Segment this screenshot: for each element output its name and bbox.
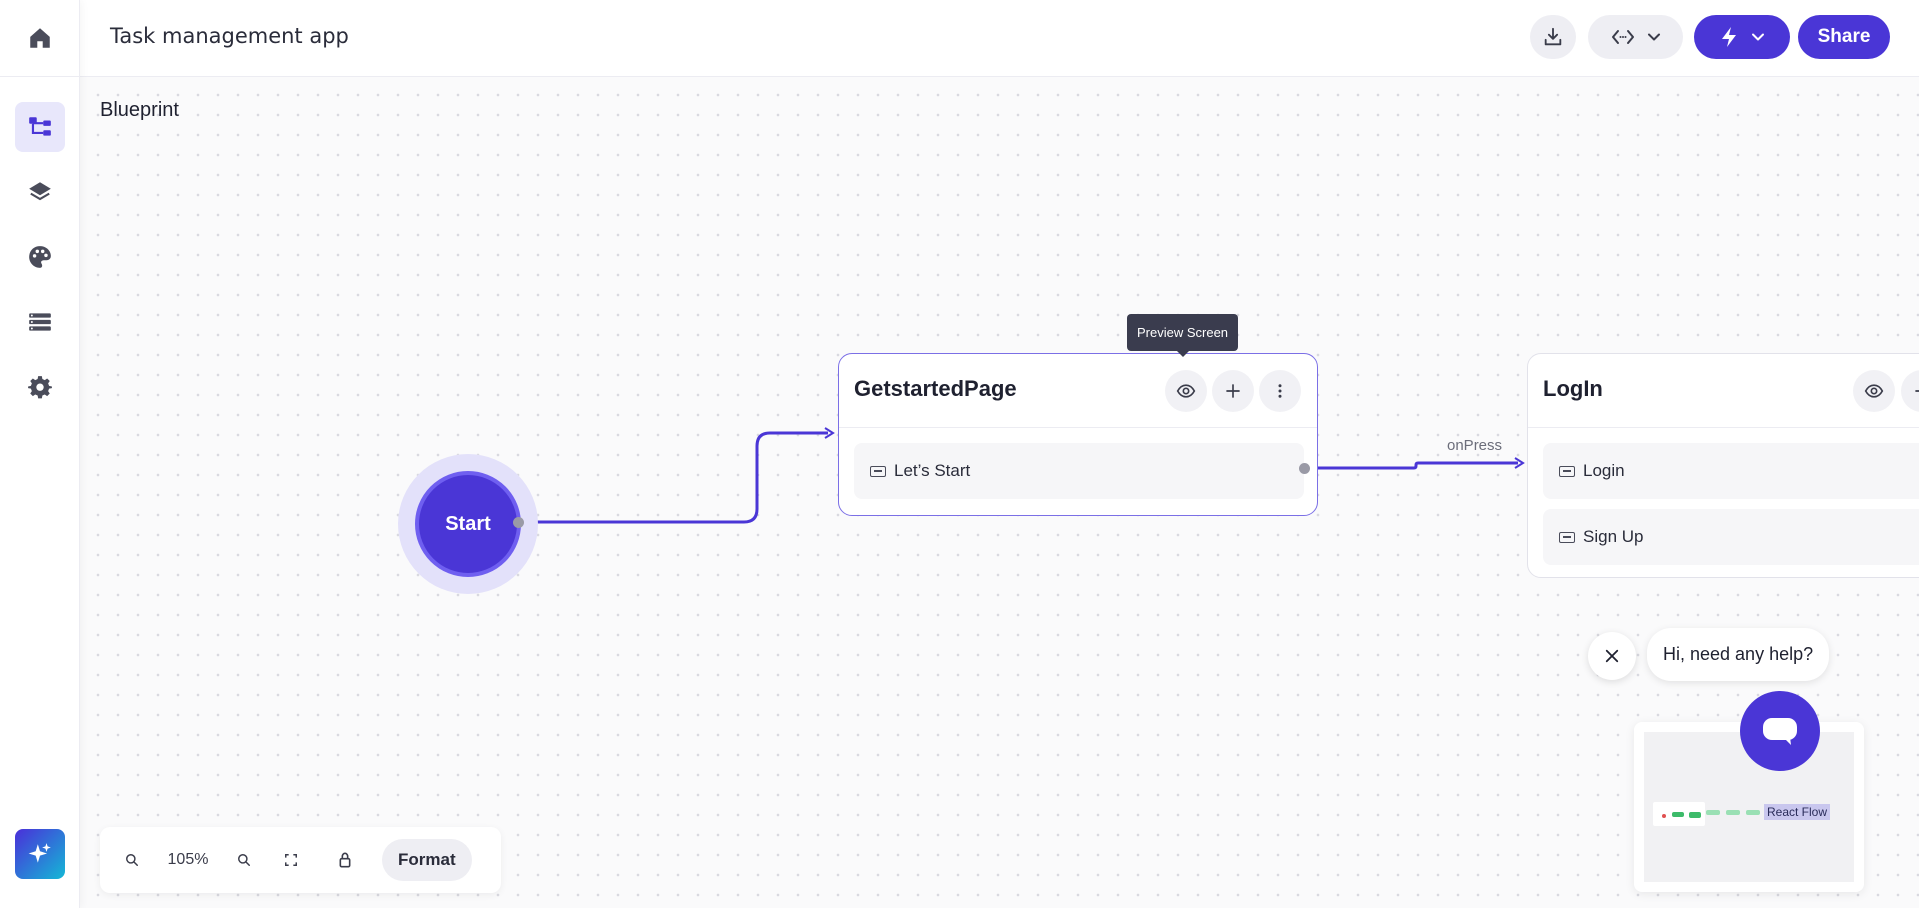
node-title: GetstartedPage xyxy=(854,376,1017,401)
sidebar-divider xyxy=(0,76,80,77)
edge-label: onPress xyxy=(1447,437,1503,454)
button-component-icon xyxy=(870,465,886,477)
download-icon xyxy=(1544,27,1562,46)
canvas-controls: 105% Format xyxy=(100,827,501,893)
zoom-level: 105% xyxy=(167,851,209,868)
edge-arrow-login xyxy=(1514,457,1525,469)
component-output-handle[interactable] xyxy=(1299,463,1310,474)
format-button[interactable]: Format xyxy=(382,839,472,881)
database-icon xyxy=(29,313,51,331)
plus-icon xyxy=(1226,384,1240,398)
node-title: LogIn xyxy=(1543,376,1603,401)
preview-screen-button[interactable] xyxy=(1165,370,1207,412)
eye-icon xyxy=(1864,384,1884,398)
node-header: LogIn xyxy=(1528,354,1919,428)
zoom-out-icon xyxy=(126,854,138,866)
edge-arrow-getstarted xyxy=(824,427,835,439)
zoom-in-icon xyxy=(238,854,250,866)
blueprint-icon xyxy=(29,117,51,136)
code-icon xyxy=(1611,30,1634,44)
lock-icon xyxy=(339,852,351,868)
preview-screen-tooltip: Preview Screen xyxy=(1127,314,1239,357)
minimap-node xyxy=(1746,810,1760,815)
edge-start-to-getstarted xyxy=(518,431,828,524)
node-more-button[interactable] xyxy=(1259,370,1301,412)
button-component-icon xyxy=(1559,531,1575,543)
start-node-label: Start xyxy=(415,471,521,577)
component-label: Login xyxy=(1583,461,1625,480)
chevron-down-icon xyxy=(1752,33,1764,41)
download-button[interactable] xyxy=(1530,15,1576,59)
minimap-node xyxy=(1672,812,1684,817)
add-component-button[interactable] xyxy=(1901,370,1919,412)
preview-screen-button[interactable] xyxy=(1853,370,1895,412)
add-component-button[interactable] xyxy=(1212,370,1254,412)
component-label: Sign Up xyxy=(1583,527,1644,546)
node-component-row[interactable]: Login xyxy=(1543,443,1919,499)
minimap-node-start xyxy=(1662,814,1666,818)
sidebar-item-data[interactable] xyxy=(15,297,65,347)
sidebar-item-theme[interactable] xyxy=(15,232,65,282)
sidebar-item-settings[interactable] xyxy=(15,362,65,412)
screen-node-getstartedpage[interactable]: GetstartedPage Let’s Start xyxy=(838,353,1318,516)
close-icon xyxy=(1605,649,1619,663)
button-component-icon xyxy=(1559,465,1575,477)
zoom-out-button[interactable] xyxy=(112,839,152,881)
settings-icon xyxy=(28,376,52,399)
ai-assistant-button[interactable] xyxy=(15,829,65,879)
minimap-node xyxy=(1726,810,1740,815)
sidebar-item-layers[interactable] xyxy=(15,167,65,217)
flow-canvas[interactable]: Blueprint Start GetstartedPage Let’s Sta… xyxy=(80,77,1919,908)
code-export-dropdown[interactable] xyxy=(1588,15,1683,59)
node-component-row[interactable]: Let’s Start xyxy=(854,443,1304,499)
node-header: GetstartedPage xyxy=(839,354,1317,428)
home-icon xyxy=(30,28,50,48)
sidebar-item-blueprint[interactable] xyxy=(15,102,65,152)
react-flow-attribution[interactable]: React Flow xyxy=(1764,804,1831,820)
fit-view-button[interactable] xyxy=(264,839,318,881)
edge-getstarted-to-login xyxy=(1304,461,1518,470)
help-close-button[interactable] xyxy=(1588,632,1636,680)
actions-dropdown[interactable] xyxy=(1694,15,1790,59)
zoom-in-button[interactable] xyxy=(224,839,264,881)
app-title: Task management app xyxy=(110,24,349,48)
node-component-row[interactable]: Sign Up xyxy=(1543,509,1919,565)
more-vertical-icon xyxy=(1278,384,1282,398)
ai-sparkle-icon xyxy=(28,843,51,863)
help-message-bubble[interactable]: Hi, need any help? xyxy=(1647,628,1830,681)
chat-launcher-button[interactable] xyxy=(1740,691,1820,771)
lock-button[interactable] xyxy=(318,839,372,881)
fit-view-icon xyxy=(285,854,297,866)
palette-icon xyxy=(29,246,51,268)
layers-icon xyxy=(29,182,51,201)
component-label: Let’s Start xyxy=(894,461,971,480)
home-button[interactable] xyxy=(20,18,60,58)
start-node-handle[interactable] xyxy=(513,517,524,528)
chevron-down-icon xyxy=(1647,33,1660,41)
plus-icon xyxy=(1915,390,1919,392)
chat-icon xyxy=(1763,718,1797,745)
app-window: Task management app Share Blueprint Star… xyxy=(0,0,1919,908)
share-button[interactable]: Share xyxy=(1798,15,1890,59)
top-header: Task management app Share xyxy=(80,0,1919,77)
eye-icon xyxy=(1176,384,1196,398)
lightning-icon xyxy=(1722,27,1736,47)
screen-node-login[interactable]: LogIn Login Sign Up xyxy=(1527,353,1919,578)
blueprint-title: Blueprint xyxy=(100,99,179,121)
minimap-node xyxy=(1689,812,1701,818)
sidebar xyxy=(0,0,80,908)
minimap-node xyxy=(1706,810,1720,815)
